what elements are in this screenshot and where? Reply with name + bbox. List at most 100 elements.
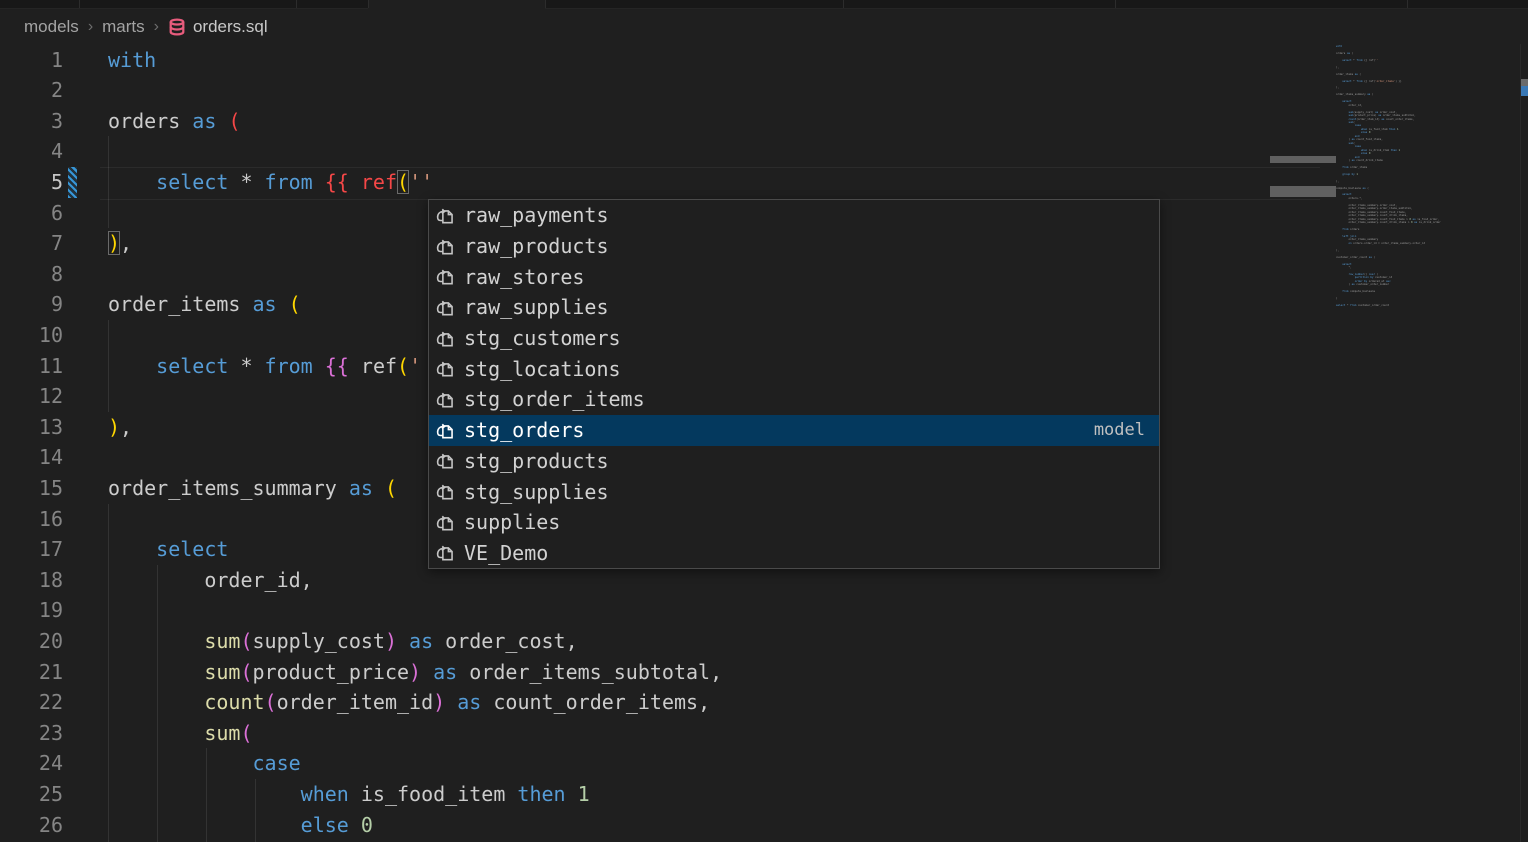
line-number: 3 [0,106,63,137]
autocomplete-suggest-widget: raw_payments raw_products raw_stores raw… [428,199,1160,569]
suggest-item-label: VE_Demo [464,541,1145,565]
suggest-item-label: stg_supplies [464,480,1145,504]
suggest-item-label: raw_payments [464,203,1145,227]
code-text: order_items_summary as ( [108,473,397,504]
suggest-item-label: stg_locations [464,357,1145,381]
suggest-item-stg_supplies[interactable]: stg_supplies [429,476,1159,507]
overview-ruler-mark-modified [1521,86,1528,96]
code-line[interactable]: 26 else 0 [0,810,1528,841]
line-number: 17 [0,534,63,565]
line-number: 16 [0,504,63,535]
symbol-reference-icon [435,389,456,410]
suggest-item-raw_stores[interactable]: raw_stores [429,261,1159,292]
code-text: select [108,534,228,565]
line-number: 13 [0,412,63,443]
overview-ruler-mark-gray [1521,79,1528,86]
vscode-editor-window: models › marts › orders.sql 1with23order… [0,0,1528,842]
code-line[interactable]: 1 with [0,45,1528,76]
code-line[interactable]: 22 count(order_item_id) as count_order_i… [0,687,1528,718]
code-text: sum(product_price) as order_items_subtot… [108,657,722,688]
suggest-item-label: stg_orders [464,418,1094,442]
suggest-item-stg_products[interactable]: stg_products [429,446,1159,477]
suggest-item-raw_payments[interactable]: raw_payments [429,200,1159,231]
line-number: 19 [0,595,63,626]
code-line[interactable]: 3 orders as ( [0,106,1528,137]
suggest-item-stg_orders[interactable]: stg_ordersmodel [429,415,1159,446]
code-text: ), [108,412,132,443]
line-number: 8 [0,259,63,290]
line-number: 6 [0,198,63,229]
line-number: 18 [0,565,63,596]
suggest-item-raw_supplies[interactable]: raw_supplies [429,292,1159,323]
code-text: sum(supply_cost) as order_cost, [108,626,578,657]
symbol-reference-icon [435,236,456,257]
suggest-item-ve_demo[interactable]: VE_Demo [429,538,1159,569]
code-text: case [108,748,301,779]
overview-ruler [1520,44,1521,842]
code-line[interactable]: 18 order_id, [0,565,1528,596]
line-number: 24 [0,748,63,779]
code-line[interactable]: 20 sum(supply_cost) as order_cost, [0,626,1528,657]
suggest-item-stg_order_items[interactable]: stg_order_items [429,384,1159,415]
code-text: select * from {{ ref('' [108,167,433,198]
code-line[interactable]: 25 when is_food_item then 1 [0,779,1528,810]
code-text: ), [108,228,132,259]
code-text: with [108,45,156,76]
code-text: order_id, [108,565,313,596]
line-number: 26 [0,810,63,841]
suggest-item-stg_locations[interactable]: stg_locations [429,353,1159,384]
symbol-reference-icon [435,450,456,471]
line-number: 14 [0,442,63,473]
line-number: 2 [0,75,63,106]
suggest-item-label: stg_customers [464,326,1145,350]
suggest-item-label: raw_stores [464,265,1145,289]
code-text: order_items as ( [108,289,301,320]
line-number: 15 [0,473,63,504]
code-line[interactable]: 23 sum( [0,718,1528,749]
line-number: 10 [0,320,63,351]
line-number: 20 [0,626,63,657]
code-text: count(order_item_id) as count_order_item… [108,687,710,718]
suggest-item-raw_products[interactable]: raw_products [429,231,1159,262]
symbol-reference-icon [435,542,456,563]
code-line[interactable]: 2 [0,75,1528,106]
line-number: 23 [0,718,63,749]
code-text: orders as ( [108,106,240,137]
symbol-reference-icon [435,328,456,349]
line-number: 4 [0,136,63,167]
minimap-decoration [1270,186,1336,197]
suggest-item-label: supplies [464,510,1145,534]
suggest-item-stg_customers[interactable]: stg_customers [429,323,1159,354]
code-text: select * from {{ ref(' [108,351,421,382]
code-text: when is_food_item then 1 [108,779,590,810]
suggest-item-label: stg_products [464,449,1145,473]
line-number: 9 [0,289,63,320]
symbol-reference-icon [435,266,456,287]
suggest-item-label: raw_supplies [464,295,1145,319]
line-number: 1 [0,45,63,76]
suggest-item-label: stg_order_items [464,387,1145,411]
symbol-reference-icon [435,481,456,502]
minimap-decoration [1270,156,1336,163]
symbol-reference-icon [435,420,456,441]
line-number: 22 [0,687,63,718]
code-text: else 0 [108,810,373,841]
symbol-reference-icon [435,358,456,379]
code-line[interactable]: 19 [0,595,1528,626]
minimap[interactable]: with orders as ( select * from {{ ref(''… [1336,45,1518,307]
line-number: 25 [0,779,63,810]
code-line[interactable]: 21 sum(product_price) as order_items_sub… [0,657,1528,688]
suggest-item-detail: model [1094,420,1145,440]
symbol-reference-icon [435,297,456,318]
code-text: sum( [108,718,253,749]
line-number: 11 [0,351,63,382]
suggest-item-label: raw_products [464,234,1145,258]
symbol-reference-icon [435,512,456,533]
line-number: 7 [0,228,63,259]
line-number: 5 [0,167,63,198]
symbol-reference-icon [435,205,456,226]
suggest-item-supplies[interactable]: supplies [429,507,1159,538]
minimap-line: select * from customer_order_count [1336,304,1518,307]
line-number: 21 [0,657,63,688]
code-line[interactable]: 24 case [0,748,1528,779]
